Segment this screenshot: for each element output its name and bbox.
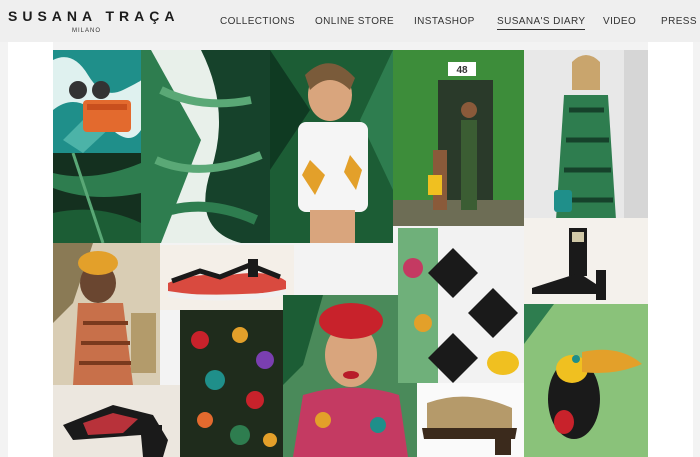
door-sign-text: 48 [456, 65, 468, 76]
nav-instashop[interactable]: INSTASHOP [414, 16, 475, 27]
bold-print-fabric-photo[interactable] [398, 228, 524, 383]
nav-video[interactable]: VIDEO [603, 16, 636, 27]
page-margin-right [648, 42, 693, 457]
nav-collections[interactable]: COLLECTIONS [220, 16, 295, 27]
site-header: SUSANA TRAÇA MILANO COLLECTIONS ONLINE S… [0, 0, 700, 42]
studded-clog-photo[interactable] [417, 383, 524, 457]
page-margin-left [8, 42, 53, 457]
palm-leaves-dark-photo[interactable] [53, 153, 141, 243]
model-yellow-turban-photo[interactable] [53, 243, 160, 385]
street-door-photo[interactable]: 48 [393, 50, 524, 226]
model-white-top-photo[interactable] [270, 50, 393, 243]
brand-logo[interactable]: SUSANA TRAÇA [8, 8, 179, 24]
nav-press[interactable]: PRESS [661, 16, 697, 27]
palm-fabric-photo[interactable] [141, 50, 270, 243]
nav-susanas-diary[interactable]: SUSANA'S DIARY [497, 16, 586, 30]
sunglasses-clutch-photo[interactable] [53, 50, 141, 153]
strappy-heel-photo[interactable] [524, 218, 648, 304]
toucan-photo[interactable] [524, 304, 648, 457]
model-green-dress-photo[interactable] [524, 50, 648, 226]
floral-dress-photo[interactable] [180, 310, 283, 457]
nav-online-store[interactable]: ONLINE STORE [315, 16, 394, 27]
cutout-heel-photo[interactable] [53, 385, 180, 457]
model-red-lips-photo[interactable] [283, 295, 417, 457]
sneaker-sandal-photo[interactable] [160, 245, 294, 310]
brand-subtitle: MILANO [72, 28, 102, 34]
